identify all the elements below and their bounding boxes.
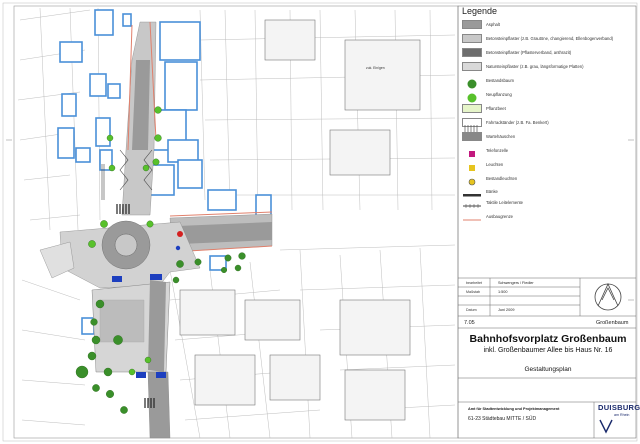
- existing-tree-icon: [234, 264, 242, 272]
- existing-tree-icon: [103, 367, 113, 377]
- department-code: 61-23 Städtebau MITTE / SÜD: [468, 416, 537, 422]
- plan-place: Großenbaum: [596, 320, 629, 326]
- legend-item-label: Bestandsbaum: [486, 77, 514, 83]
- department-name: Amt für Stadtentwicklung und Projektmana…: [468, 407, 560, 411]
- legend-title: Legende: [462, 6, 498, 16]
- field-label-datum: Datum: [466, 308, 477, 312]
- legend-item-label: Betonsteinpflaster (z.B. Grautöne, chang…: [486, 35, 614, 41]
- field-label-massstab: Maßstab: [466, 290, 480, 294]
- legend-item: Natursteinpflaster (z.B. grau, längsform…: [462, 60, 584, 72]
- north-arrow-icon: [594, 283, 622, 311]
- logo-subtitle: am Rhein: [614, 413, 630, 417]
- legend-item-label: Fahrradständer (z.B. Fa. Benkert): [486, 119, 549, 125]
- anthracite-paving-swatch: [462, 47, 482, 57]
- existing-tree-icon: [176, 260, 184, 268]
- existing-tree-icon: [105, 390, 114, 399]
- new-tree-icon: [128, 368, 136, 376]
- legend-item: Fahrradständer (z.B. Fa. Benkert): [462, 116, 549, 132]
- existing-tree-icon: [194, 258, 202, 266]
- legend-item: Betonsteinpflaster (z.B. Grautöne, chang…: [462, 32, 613, 44]
- existing-tree-icon: [91, 335, 101, 345]
- new-tree-icon: [106, 134, 114, 142]
- legend-item-label: Asphalt: [486, 21, 500, 27]
- natural-stone-swatch: [462, 61, 482, 71]
- legend-item: Bestandsbaum: [462, 74, 514, 88]
- new-tree-icon: [142, 164, 150, 172]
- legend-item-label: Natursteinpflaster (z.B. grau, längsform…: [486, 63, 584, 69]
- legend-item: Pflanzbeet: [462, 102, 506, 114]
- existing-tree-icon: [220, 267, 227, 274]
- new-tree-icon: [100, 220, 108, 228]
- phone-booth-icon: [462, 146, 482, 157]
- field-value-massstab: 1:500: [498, 290, 508, 294]
- existing-tree-icon: [87, 351, 97, 361]
- legend-item-label: Bänke: [486, 188, 498, 194]
- legend-item: Betonsteinpflaster (Pflasterverband, ant…: [462, 46, 571, 58]
- new-tree-icon: [154, 106, 162, 114]
- existing-tree-icon: [75, 365, 89, 379]
- legend-item-label: Telefonzelle: [486, 147, 509, 153]
- shelter-swatch: [462, 131, 482, 141]
- plan-number: 7.05: [464, 320, 475, 326]
- construction-boundary-line: [462, 212, 482, 221]
- new-tree-icon: [108, 164, 116, 172]
- duisburg-logo-icon: [599, 419, 613, 434]
- bench-icon: [462, 187, 482, 196]
- traffic-sign: [175, 245, 181, 251]
- planting-bed-swatch: [462, 103, 482, 113]
- legend-item: Telefonzelle: [462, 144, 509, 157]
- existing-tree-icon: [238, 252, 246, 260]
- existing-tree-icon: [462, 76, 482, 88]
- concrete-paving-swatch: [462, 33, 482, 43]
- new-tree-icon: [154, 134, 162, 142]
- legend-item: Neupflanzung: [462, 88, 512, 102]
- legend-item: Wartehäuschen: [462, 130, 515, 142]
- plan-subtitle: inkl. Großenbaumer Allee bis Haus Nr. 16: [483, 347, 613, 354]
- legend-item: Asphalt: [462, 18, 500, 30]
- legend-item-label: Pflanzbeet: [486, 105, 506, 111]
- legend-item: Bestandleuchten: [462, 172, 518, 185]
- legend-item-label: Leuchten: [486, 161, 504, 167]
- legend-item: Leuchten: [462, 158, 504, 171]
- existing-tree-icon: [113, 335, 123, 345]
- lamp-icon: [462, 160, 482, 171]
- traffic-sign: [177, 231, 183, 237]
- existing-tree-icon: [90, 318, 98, 326]
- logo-wordmark: DUISBURG: [598, 403, 640, 412]
- existing-tree-icon: [95, 299, 105, 309]
- asphalt-swatch: [462, 19, 482, 29]
- new-tree-icon: [88, 240, 96, 248]
- field-value-datum: Juni 2009: [498, 308, 515, 312]
- legend-item: Taktile Leitelemente: [462, 196, 523, 208]
- legend-item-label: Wartehäuschen: [486, 133, 516, 139]
- new-tree-icon: [152, 158, 160, 166]
- existing-tree-icon: [92, 384, 100, 392]
- field-label-bearbeitet: bearbeitet: [466, 281, 482, 285]
- new-tree-icon: [144, 356, 152, 364]
- plan-type: Gestaltungsplan: [524, 366, 572, 373]
- legend-item-label: Betonsteinpflaster (Pflasterverband, ant…: [486, 49, 572, 55]
- tactile-element-icon: [462, 198, 482, 208]
- new-tree-icon: [146, 220, 154, 228]
- legend-item-label: Taktile Leitelemente: [486, 199, 524, 205]
- existing-tree-icon: [120, 406, 128, 414]
- plan-sheet: zuk. Ein/gen Legende Asphalt Betonsteinpf…: [0, 0, 640, 444]
- legend-item-label: Neupflanzung: [486, 91, 512, 97]
- legend-item-label: Ausbaugrenze: [486, 213, 514, 219]
- existing-lamp-icon: [462, 174, 482, 185]
- street-north: [116, 21, 157, 216]
- field-value-bearbeitet: Schwengers / Fiedler: [498, 281, 534, 285]
- existing-tree-icon: [172, 276, 180, 284]
- plan-title: Bahnhofsvorplatz Großenbaum: [469, 333, 627, 345]
- map-label: zuk. Ein/gen: [366, 66, 385, 70]
- legend-item-label: Bestandleuchten: [486, 175, 518, 181]
- legend-item: Ausbaugrenze: [462, 210, 513, 222]
- existing-tree-icon: [224, 254, 232, 262]
- bike-stand-icon: [462, 117, 482, 132]
- new-tree-icon: [462, 90, 482, 102]
